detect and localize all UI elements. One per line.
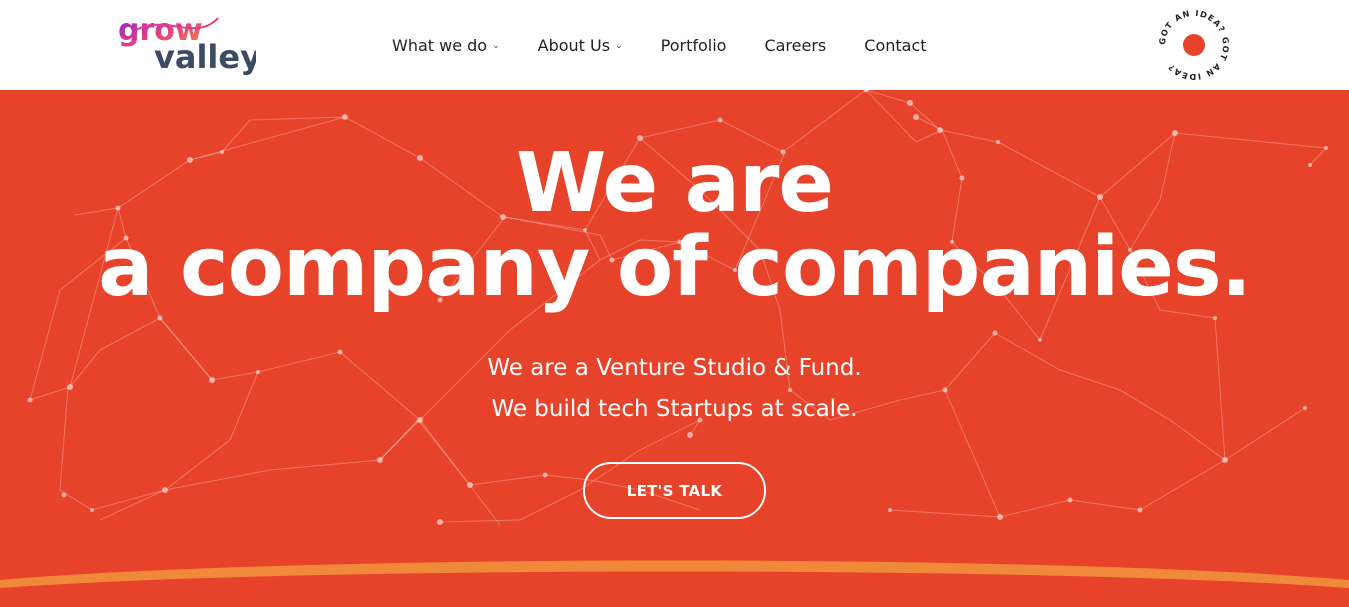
nav-label: Contact [864,35,927,55]
chevron-down-icon: ⌄ [615,41,623,51]
growvalley-logo[interactable]: grow valley [116,12,256,78]
site-header: grow valley What we do ⌄ About Us ⌄ Port… [0,0,1349,90]
hero-section: We are a company of companies. We are a … [0,90,1349,607]
idea-badge-graphic: GOT AN IDEA? GOT AN IDEA? [1157,8,1230,82]
nav-item-portfolio[interactable]: Portfolio [661,36,727,55]
orange-wave-divider [0,560,1349,607]
nav-label: Careers [764,35,827,55]
got-an-idea-badge[interactable]: GOT AN IDEA? GOT AN IDEA? [1155,6,1233,84]
idea-dot [1183,34,1205,56]
nav-item-contact[interactable]: Contact [864,36,926,55]
hero-title-line-2: a company of companies. [98,220,1252,315]
logo-mark: grow valley [118,13,256,76]
hero-title-line-1: We are [515,136,834,231]
hero-subtitle: We are a Venture Studio & Fund. We build… [0,348,1349,430]
hero-subtitle-line-2: We build tech Startups at scale. [491,396,858,422]
lets-talk-button[interactable]: LET'S TALK [583,462,766,519]
nav-label: What we do [392,35,488,55]
hero-headline: We are a company of companies. [0,142,1349,310]
nav-label: Portfolio [660,35,727,55]
nav-item-what-we-do[interactable]: What we do ⌄ [392,36,500,55]
nav-label: About Us [537,35,611,55]
nav-item-about-us[interactable]: About Us ⌄ [538,36,623,55]
chevron-down-icon: ⌄ [492,41,500,51]
logo-text-valley: valley [154,38,256,76]
main-nav: What we do ⌄ About Us ⌄ Portfolio Career… [392,30,965,60]
nav-item-careers[interactable]: Careers [764,36,826,55]
hero-subtitle-line-1: We are a Venture Studio & Fund. [487,355,862,381]
